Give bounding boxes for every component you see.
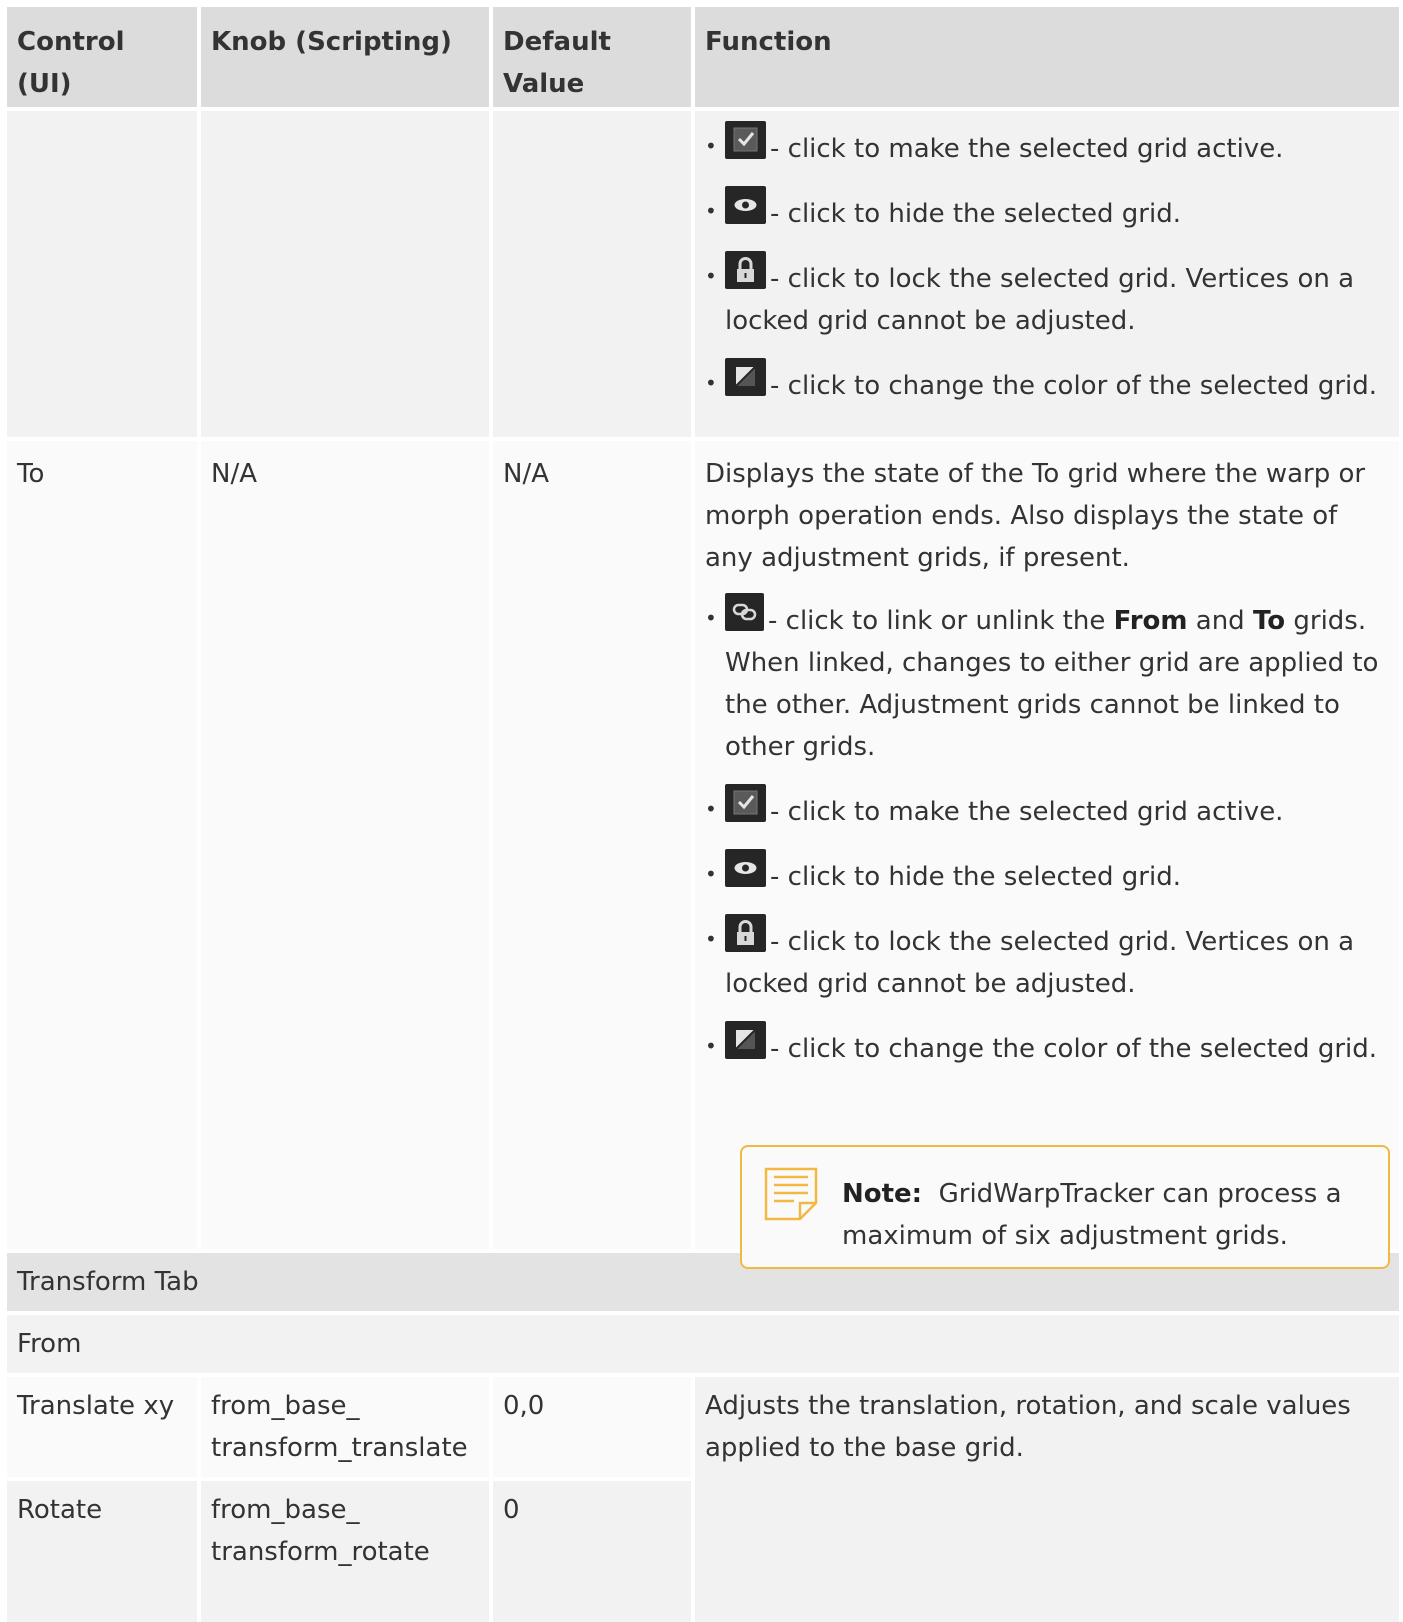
translate-control-cell: Translate xy [7,1377,197,1477]
checkbox-icon[interactable] [725,121,766,159]
item-text: - click to lock the selected grid. Verti… [725,927,1355,999]
lock-icon[interactable] [725,914,766,952]
item-text: - click to hide the selected grid. [770,862,1181,892]
rotate-knob-cell: from_base_ transform_rotate [201,1481,489,1622]
item-text: - click to make the selected grid active… [770,797,1284,827]
list-item: - click to lock the selected grid. Verti… [705,914,1391,1005]
list-item: - click to hide the selected grid. [705,186,1389,235]
to-default-cell: N/A [493,441,691,1249]
to-knob: N/A [211,459,257,489]
note-label: Note: [842,1179,923,1209]
note-icon [762,1165,822,1229]
rotate-default: 0 [503,1495,520,1525]
to-control-cell: To [7,441,197,1249]
color-swatch-icon[interactable] [725,1021,766,1059]
eye-icon[interactable] [725,849,766,887]
to-control: To [17,459,45,489]
translate-knob-cell: from_base_ transform_translate [201,1377,489,1477]
header-knob: Knob (Scripting) [201,7,489,107]
translate-function: Adjusts the translation, rotation, and s… [705,1391,1351,1463]
from-control-cell [7,111,197,437]
link-icon[interactable] [725,593,764,631]
translate-default: 0,0 [503,1391,545,1421]
from-knob-cell [201,111,489,437]
rotate-control: Rotate [17,1495,103,1525]
to-description: Displays the state of the To grid where … [705,459,1366,573]
color-swatch-icon[interactable] [725,358,766,396]
section-title: Transform Tab [17,1267,199,1297]
note-box: Note: GridWarpTracker can process a maxi… [740,1145,1390,1269]
translate-function-cell: Adjusts the translation, rotation, and s… [695,1377,1399,1622]
to-default: N/A [503,459,549,489]
eye-icon[interactable] [725,186,766,224]
subsection-from: From [7,1315,1399,1373]
rotate-knob: from_base_ transform_rotate [211,1495,430,1567]
rotate-default-cell: 0 [493,1481,691,1622]
link-middle: and [1187,606,1253,636]
list-item: - click to link or unlink the From and T… [705,593,1391,768]
from-function-cell: - click to make the selected grid active… [695,111,1399,437]
lock-icon[interactable] [725,251,766,289]
translate-control: Translate xy [17,1391,175,1421]
note-text: Note: GridWarpTracker can process a maxi… [842,1173,1362,1257]
item-text: - click to change the color of the selec… [770,1034,1378,1064]
checkbox-icon[interactable] [725,784,766,822]
item-text: - click to change the color of the selec… [770,371,1378,401]
item-text: - click to hide the selected grid. [770,199,1181,229]
list-item: - click to make the selected grid active… [705,784,1391,833]
to-function-cell: Displays the state of the To grid where … [695,441,1399,1249]
link-bold-from: From [1113,606,1188,636]
header-control: Control (UI) [7,7,197,107]
rotate-control-cell: Rotate [7,1481,197,1622]
link-prefix: - click to link or unlink the [768,606,1114,636]
list-item: - click to make the selected grid active… [705,121,1389,170]
header-function: Function [695,7,1399,107]
to-knob-cell: N/A [201,441,489,1249]
subsection-title: From [17,1329,82,1359]
link-bold-to: To [1252,606,1286,636]
translate-default-cell: 0,0 [493,1377,691,1477]
translate-knob: from_base_ transform_translate [211,1391,468,1463]
item-text: - click to make the selected grid active… [770,134,1284,164]
list-item: - click to change the color of the selec… [705,1021,1391,1070]
from-default-cell [493,111,691,437]
list-item: - click to hide the selected grid. [705,849,1391,898]
item-text: - click to lock the selected grid. Verti… [725,264,1355,336]
header-default: Default Value [493,7,691,107]
list-item: - click to lock the selected grid. Verti… [705,251,1389,342]
list-item: - click to change the color of the selec… [705,358,1389,407]
